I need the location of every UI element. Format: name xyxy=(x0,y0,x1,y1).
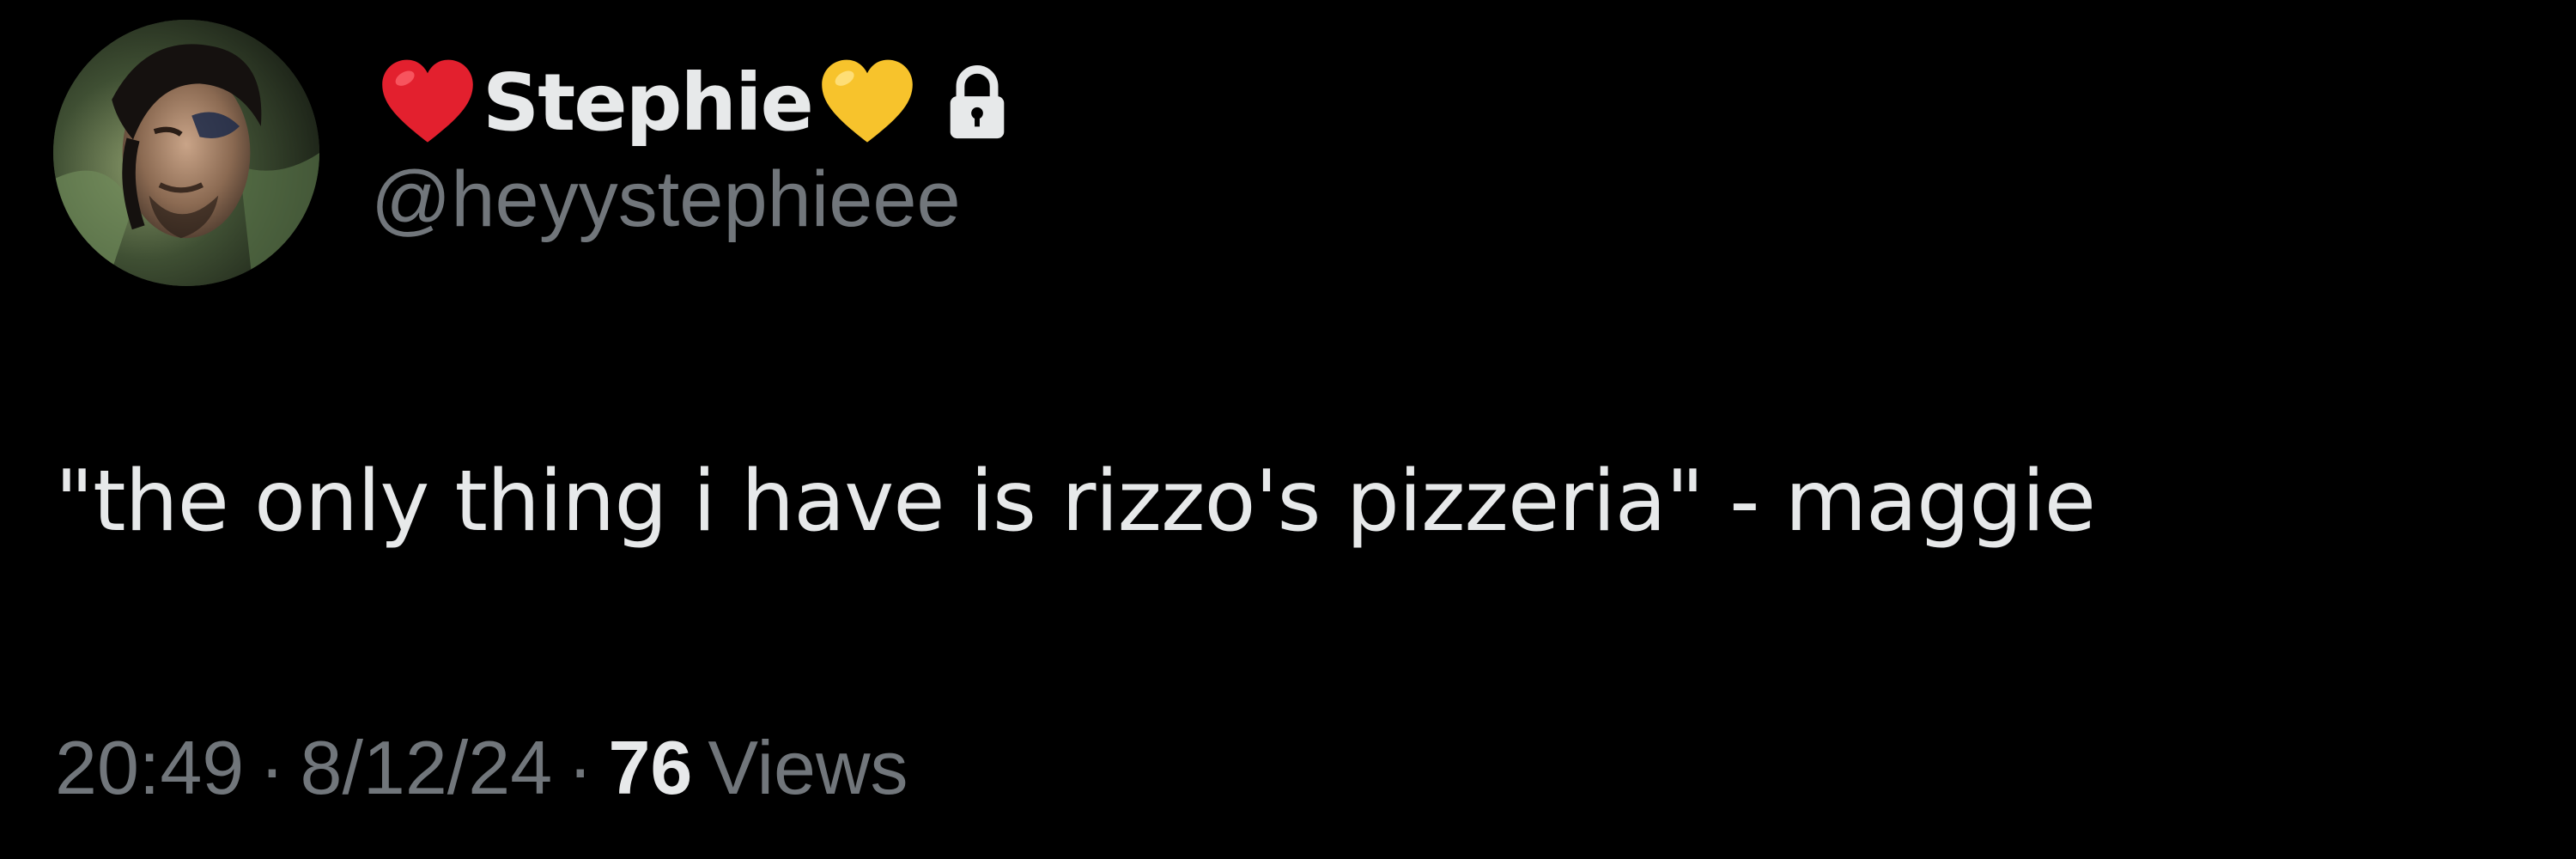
avatar[interactable] xyxy=(53,20,319,286)
tweet-time[interactable]: 20:49 xyxy=(55,730,244,806)
views-label[interactable]: Views xyxy=(708,730,908,806)
meta-separator: · xyxy=(568,725,593,810)
tweet-container: Stephie @heyystephieee "the only thing i… xyxy=(0,0,2576,859)
author-handle[interactable]: @heyystephieee xyxy=(371,160,961,239)
tweet-date[interactable]: 8/12/24 xyxy=(301,730,553,806)
tweet-meta: 20:49 · 8/12/24 · 76 Views xyxy=(55,730,908,806)
display-name: Stephie xyxy=(483,57,814,149)
tweet-text: "the only thing i have is rizzo's pizzer… xyxy=(55,453,2096,551)
author-name-row[interactable]: Stephie xyxy=(376,43,1012,163)
views-count[interactable]: 76 xyxy=(608,730,692,806)
yellow-heart-icon xyxy=(822,59,913,143)
avatar-photo xyxy=(53,20,319,286)
lock-icon xyxy=(950,65,1005,139)
red-heart-icon xyxy=(382,59,473,143)
meta-separator: · xyxy=(259,725,285,810)
